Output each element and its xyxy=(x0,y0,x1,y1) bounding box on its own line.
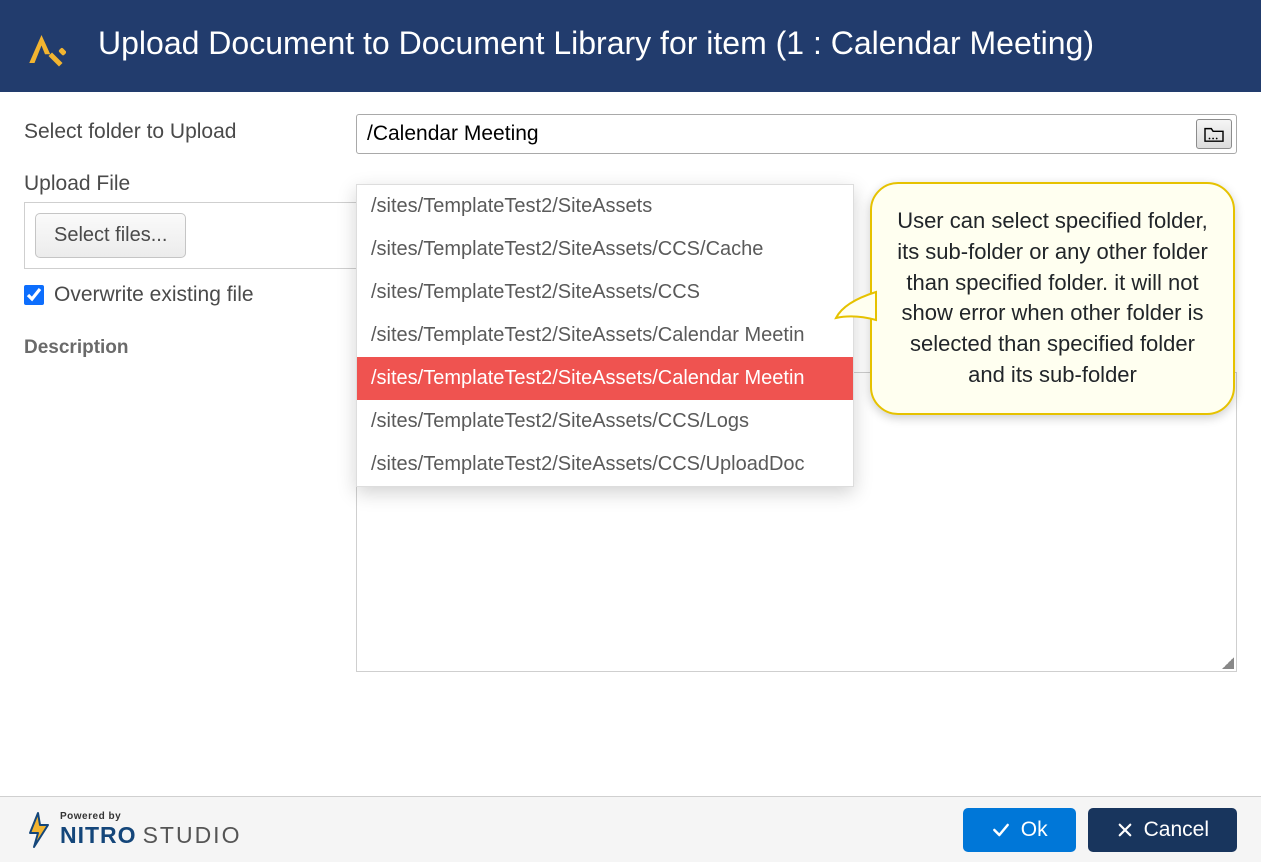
folder-option[interactable]: /sites/TemplateTest2/SiteAssets xyxy=(357,185,853,228)
overwrite-label: Overwrite existing file xyxy=(54,283,254,307)
dialog-footer: Powered by NITRO STUDIO Ok Cancel xyxy=(0,796,1261,862)
folder-label: Select folder to Upload xyxy=(24,114,356,144)
folder-option[interactable]: /sites/TemplateTest2/SiteAssets/CCS xyxy=(357,271,853,314)
folder-input[interactable] xyxy=(357,115,1196,153)
callout-tail-icon xyxy=(834,284,878,328)
file-drop-area: Select files... xyxy=(24,202,356,269)
nitro-bolt-icon xyxy=(24,811,54,849)
folder-option[interactable]: /sites/TemplateTest2/SiteAssets/CCS/Uplo… xyxy=(357,443,853,486)
ok-label: Ok xyxy=(1021,818,1048,842)
folder-option[interactable]: /sites/TemplateTest2/SiteAssets/Calendar… xyxy=(357,314,853,357)
browse-folder-button[interactable] xyxy=(1196,119,1232,149)
cancel-button[interactable]: Cancel xyxy=(1088,808,1237,852)
callout-text: User can select specified folder, its su… xyxy=(892,206,1213,391)
app-logo-icon xyxy=(24,28,66,70)
folder-option[interactable]: /sites/TemplateTest2/SiteAssets/Calendar… xyxy=(357,357,853,400)
folder-option[interactable]: /sites/TemplateTest2/SiteAssets/CCS/Logs xyxy=(357,400,853,443)
powered-by-label: Powered by xyxy=(60,811,241,822)
dialog-header: Upload Document to Document Library for … xyxy=(0,0,1261,92)
dialog-title: Upload Document to Document Library for … xyxy=(98,23,1094,65)
folder-browse-icon xyxy=(1203,125,1225,143)
folder-option[interactable]: /sites/TemplateTest2/SiteAssets/CCS/Cach… xyxy=(357,228,853,271)
select-files-button[interactable]: Select files... xyxy=(35,213,186,258)
folder-dropdown[interactable]: /sites/TemplateTest2/SiteAssets/sites/Te… xyxy=(356,184,854,487)
brand-studio: STUDIO xyxy=(143,822,242,849)
dialog-body: Select folder to Upload Upload File Sele… xyxy=(0,92,1261,359)
overwrite-checkbox[interactable] xyxy=(24,285,44,305)
folder-input-group xyxy=(356,114,1237,154)
close-icon xyxy=(1116,821,1134,839)
brand-nitro: NITRO xyxy=(60,822,137,849)
help-callout: User can select specified folder, its su… xyxy=(870,182,1235,415)
brand-logo: Powered by NITRO STUDIO xyxy=(24,811,241,849)
ok-button[interactable]: Ok xyxy=(963,808,1076,852)
check-icon xyxy=(991,820,1011,840)
cancel-label: Cancel xyxy=(1144,818,1209,842)
